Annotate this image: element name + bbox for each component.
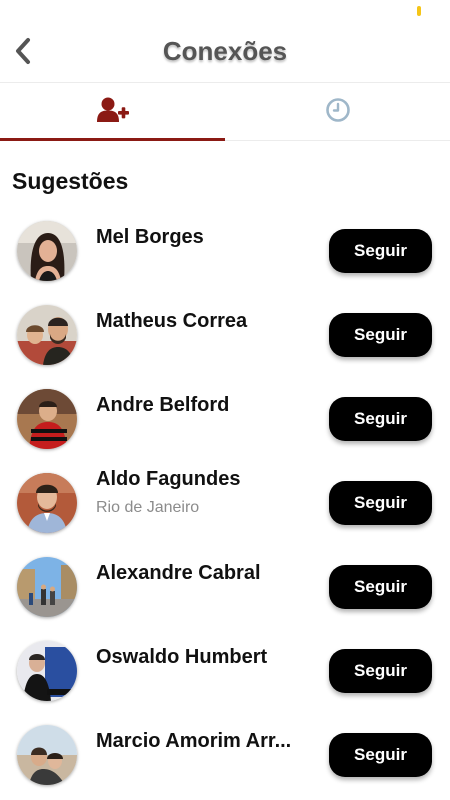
user-name: Marcio Amorim Arr... [96,730,292,752]
user-name: Alexandre Cabral [96,562,261,584]
avatar[interactable] [17,473,77,533]
list-item: Matheus Correa Seguir [0,296,450,380]
avatar[interactable] [17,389,77,449]
section-title: Sugestões [12,168,129,194]
suggestions-list: Mel Borges Seguir Matheus Correa Seguir [0,212,450,800]
list-item: Alexandre Cabral Seguir [0,548,450,632]
follow-button[interactable]: Seguir [329,313,432,357]
user-name: Aldo Fagundes [96,468,241,490]
user-location: Rio de Janeiro [96,499,200,516]
follow-button[interactable]: Seguir [329,229,432,273]
follow-button[interactable]: Seguir [329,481,432,525]
list-item: Marcio Amorim Arr... Seguir [0,716,450,800]
avatar[interactable] [17,557,77,617]
tab-history[interactable] [225,83,450,141]
follow-button[interactable]: Seguir [329,733,432,777]
tab-add-connections[interactable] [0,83,225,141]
tab-bar [0,83,450,141]
connections-screen: Conexões Sugestões Mel Borges Seguir Mat… [0,0,450,800]
avatar[interactable] [17,221,77,281]
list-item: Oswaldo Humbert Seguir [0,632,450,716]
battery-indicator [417,6,421,16]
user-name: Mel Borges [96,226,204,248]
clock-icon [325,97,351,128]
list-item: Aldo Fagundes Rio de Janeiro Seguir [0,464,450,548]
user-name: Matheus Correa [96,310,248,332]
follow-button[interactable]: Seguir [329,397,432,441]
page-title: Conexões [162,36,288,66]
avatar[interactable] [17,725,77,785]
add-user-icon [96,96,130,129]
follow-button[interactable]: Seguir [329,649,432,693]
follow-button[interactable]: Seguir [329,565,432,609]
header: Conexões [0,26,450,82]
divider [225,140,450,141]
user-name: Andre Belford [96,394,230,416]
avatar[interactable] [17,305,77,365]
active-tab-indicator [0,138,225,141]
list-item: Mel Borges Seguir [0,212,450,296]
avatar[interactable] [17,641,77,701]
user-name: Oswaldo Humbert [96,646,268,668]
list-item: Andre Belford Seguir [0,380,450,464]
